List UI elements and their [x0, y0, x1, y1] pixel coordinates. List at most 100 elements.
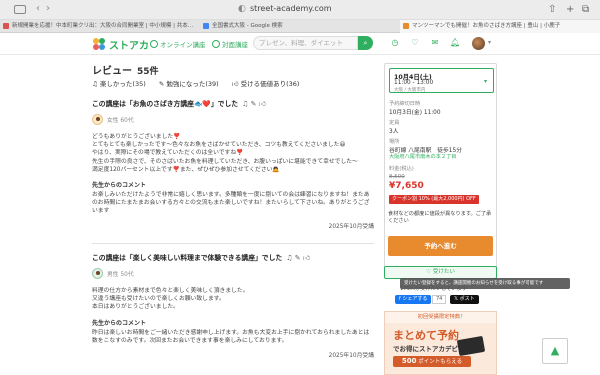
promo-points-value: 500: [401, 357, 417, 365]
fee-label: 料金(税込): [389, 166, 414, 172]
filter-label: 楽しかった(35): [99, 80, 146, 88]
arrow-up-icon: ▲: [550, 344, 560, 357]
search-button[interactable]: ⌕: [358, 36, 373, 50]
share-icon[interactable]: ⇧: [548, 4, 556, 15]
promo-banner[interactable]: 初回受講限定特典！ まとめて予約 でお得にストアカデビュー 500 ポイントもら…: [384, 311, 497, 375]
reviewer-demographic: 女性 60代: [107, 118, 134, 124]
bell-icon[interactable]: 🔔︎: [450, 38, 460, 48]
filter-learned[interactable]: ✎ 勉強になった(39): [159, 80, 219, 88]
review-line: どうもありがとうございました❣️: [92, 134, 181, 140]
reviewer-avatar: [92, 114, 103, 125]
reviewer-demographic: 男性 50代: [107, 272, 134, 278]
tab-overview-icon[interactable]: ⧉: [582, 4, 589, 15]
promo-title: まとめて予約: [393, 329, 459, 342]
deadline-label: 予約締切日時: [389, 101, 421, 107]
nav-online-label: オンライン講座: [160, 41, 206, 49]
tab-label: 新規開業を応援！中本町業クリ出：大阪の合同開業室 | 中小規模 | 共本…: [12, 23, 194, 29]
tab-3[interactable]: マンツーマンでも開催！お魚のさばき方講座 | 豊山 | 小鹿子: [400, 20, 600, 33]
address-link[interactable]: 大阪府八尾市南木の本２丁目: [389, 153, 456, 160]
reviews-count: 55件: [137, 67, 159, 77]
reviewer-avatar: [92, 268, 103, 279]
review-body: どうもありがとうございました❣️ とてもとても楽しかったです〜色々なお魚をさばか…: [92, 133, 374, 174]
teacher-comment-heading: 先生からのコメント: [92, 319, 147, 327]
reviewer: 男性 50代: [92, 268, 374, 279]
site-logo[interactable]: ストアカ: [93, 37, 149, 52]
review-reaction-icons: ♫ ✎ 👍︎: [286, 254, 311, 262]
price-note: 食材などの都度に値段が異なります。ご了承ください: [388, 211, 492, 224]
review-title: この講座は「楽しく美味しい料理まで体験できる講座」でした ♫ ✎ 👍︎: [92, 252, 374, 262]
promo-points-suffix: ポイントもらえる: [418, 359, 463, 365]
card-icon: [456, 335, 486, 357]
review-line: 本日はありがとうございました。: [92, 304, 179, 311]
deadline-value: 10月3日(金) 11:00: [389, 110, 441, 116]
facebook-share-label: シェアする: [402, 296, 428, 302]
review-line: 満足度120パーセント以上です❣️また、ぜひぜひ参加させてください🙇: [92, 166, 280, 173]
reviewer: 女性 60代: [92, 114, 374, 125]
forward-icon[interactable]: ›: [46, 3, 50, 14]
filter-fun[interactable]: ♫ 楽しかった(35): [92, 80, 146, 88]
coupon-badge: クーポン割 10% (最大2,000円) OFF: [389, 195, 479, 204]
facebook-share-count: 74: [432, 295, 447, 304]
sidebar-toggle-icon[interactable]: [14, 5, 26, 14]
filter-label: 勉強になった(39): [166, 80, 219, 88]
review-item: この講座は「楽しく美味しい料理まで体験できる講座」でした ♫ ✎ 👍︎ 男性 50…: [92, 252, 374, 359]
filter-label: 受ける価値あり(36): [240, 80, 300, 88]
tab-2[interactable]: 全国書式大阪 - Google 検索: [200, 20, 400, 33]
discounted-price: ¥7,650: [389, 181, 424, 191]
review-title: この講座は「お魚のさばき方講座🐟❤️」でした ♫ ✎ 👍︎: [92, 98, 374, 108]
teacher-comment-heading: 先生からのコメント: [92, 182, 147, 190]
avatar[interactable]: [472, 37, 485, 50]
favicon-icon: [403, 22, 409, 29]
mail-icon[interactable]: ✉: [430, 38, 440, 48]
shield-icon: ◐: [238, 4, 246, 14]
promo-points: 500 ポイントもらえる: [393, 356, 471, 367]
x-post-button[interactable]: 𝕏 ポスト: [450, 295, 479, 304]
history-icon[interactable]: ◷: [390, 38, 400, 48]
review-title-text: この講座は「お魚のさばき方講座🐟❤️」でした: [92, 100, 239, 108]
nav-offline-link[interactable]: 対面講座: [212, 39, 248, 49]
search-input[interactable]: プレゼン、料理、ダイエット: [253, 36, 358, 50]
heart-icon[interactable]: ♡: [410, 38, 420, 48]
teacher-comment: お楽しみいただけたようで非常に嬉しく思います。多種類を一度に捌いての会は練習にな…: [92, 192, 370, 215]
scroll-to-top-button[interactable]: ▲: [542, 338, 568, 364]
tab-1[interactable]: 新規開業を応援！中本町業クリ出：大阪の合同開業室 | 中小規模 | 共本…: [0, 20, 200, 33]
monitor-icon: [150, 40, 158, 48]
nav-online-link[interactable]: オンライン講座: [150, 39, 206, 49]
reviews-heading: レビュー 55件: [92, 62, 159, 77]
capacity-value: 3人: [389, 129, 399, 135]
new-tab-icon[interactable]: +: [566, 4, 574, 15]
review-reaction-icons: ♫ ✎ 👍︎: [242, 100, 266, 108]
browser-toolbar: ‹ › ◐ street-academy.com ⇧ + ⧉: [0, 0, 600, 20]
people-icon: [212, 40, 220, 48]
back-icon[interactable]: ‹: [36, 3, 40, 14]
review-line: 又違う講座も受けたいので楽しくお願い致します。: [92, 296, 225, 303]
logo-text: ストアカ: [109, 40, 149, 52]
selected-venue: 大阪 / 大阪市内: [394, 88, 426, 93]
nav-offline-label: 対面講座: [222, 41, 248, 49]
review-body: 料理の仕方から素材まで色々と楽しく美味しく頂きました。 又違う講座も受けたいので…: [92, 287, 374, 312]
chevron-down-icon[interactable]: ▾: [488, 39, 491, 46]
selected-time: 11:00 - 13:00: [394, 80, 434, 86]
review-line: 先生の手際の良さで、そのさばいたお魚を料理していただき、お腹いっぱいに堪能できて…: [92, 158, 358, 165]
tab-bar: 新規開業を応援！中本町業クリ出：大阪の合同開業室 | 中小規模 | 共本… 全国…: [0, 20, 600, 33]
chevron-down-icon: ▾: [483, 78, 487, 85]
logo-icon: [93, 37, 106, 51]
facebook-share-button[interactable]: f シェアする: [395, 295, 432, 304]
favicon-icon: [203, 22, 209, 29]
search-icon: ⌕: [363, 39, 368, 47]
date-select[interactable]: 10月4日(土) 11:00 - 13:00 大阪 / 大阪市内 ▾: [389, 68, 494, 93]
review-line: 料理の仕方から素材まで色々と楽しく美味しく頂きました。: [92, 288, 249, 294]
address-bar[interactable]: street-academy.com: [250, 4, 332, 13]
favicon-icon: [3, 22, 9, 29]
filter-worth[interactable]: 👍︎ 受ける価値あり(36): [232, 80, 300, 88]
review-date: 2025年10月受講: [328, 223, 374, 230]
reserve-button[interactable]: 予約へ進む: [388, 236, 493, 256]
tab-label: マンツーマンでも開催！お魚のさばき方講座 | 豊山 | 小鹿子: [412, 23, 561, 29]
review-filters: ♫ 楽しかった(35) ✎ 勉強になった(39) 👍︎ 受ける価値あり(36): [92, 78, 374, 88]
place-label: 場所: [389, 139, 400, 145]
review-title-text: この講座は「楽しく美味しい料理まで体験できる講座」でした: [92, 254, 283, 262]
want-to-take-label: 受けたい: [432, 269, 455, 275]
original-price: 8,500: [389, 174, 405, 180]
promo-heading: 初回受講限定特典！: [385, 312, 496, 323]
reviews-title: レビュー: [92, 66, 132, 77]
